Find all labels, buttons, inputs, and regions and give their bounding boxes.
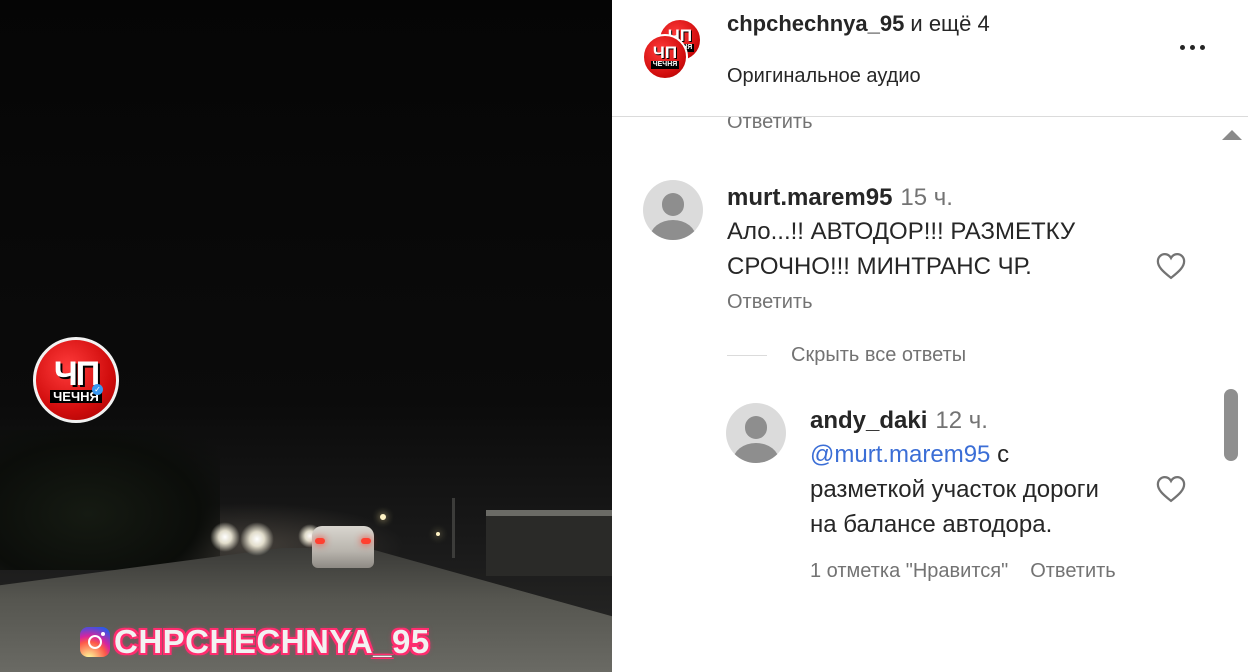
post-author-line[interactable]: chpchechnya_95 и ещё 4 bbox=[727, 11, 990, 37]
instagram-icon bbox=[80, 627, 110, 657]
verified-icon: ✓ bbox=[92, 384, 103, 395]
post-header: ЧП ЧЕЧНЯ ЧП ЧЕЧНЯ chpchechnya_95 и ещё 4… bbox=[612, 0, 1248, 117]
more-horizontal-icon bbox=[1179, 44, 1185, 50]
reply-link[interactable]: Ответить bbox=[1030, 560, 1116, 583]
scroll-up-arrow-icon[interactable] bbox=[1222, 130, 1242, 140]
street-light bbox=[436, 532, 440, 536]
reply-actions: 1 отметка "Нравится" Ответить bbox=[810, 560, 1116, 583]
hide-replies-toggle[interactable]: Скрыть все ответы bbox=[727, 344, 966, 367]
more-options-button[interactable] bbox=[1172, 32, 1212, 62]
author-username[interactable]: chpchechnya_95 bbox=[727, 11, 904, 36]
roadside-building bbox=[486, 510, 612, 576]
user-avatar[interactable] bbox=[726, 403, 786, 463]
oncoming-headlight bbox=[210, 522, 240, 552]
comments-list[interactable]: Ответить murt.marem95 15 ч. Ало...!! АВТО… bbox=[612, 117, 1248, 672]
collaborators-suffix[interactable]: и ещё 4 bbox=[904, 11, 989, 36]
heart-icon[interactable] bbox=[1156, 475, 1186, 503]
audio-label[interactable]: Оригинальное аудио bbox=[727, 65, 921, 88]
channel-logo-overlay: ЧП ЧЕЧНЯ ✓ bbox=[33, 337, 119, 423]
mention-link[interactable]: @murt.marem95 bbox=[810, 441, 990, 468]
user-avatar[interactable] bbox=[643, 180, 703, 240]
street-light bbox=[380, 514, 386, 520]
oncoming-headlight bbox=[240, 522, 274, 556]
roadside-trees bbox=[0, 430, 220, 570]
reply-header: andy_daki 12 ч. bbox=[810, 407, 988, 435]
comment-text: Ало...!! АВТОДОР!!! РАЗМЕТКУ СРОЧНО!!! М… bbox=[727, 218, 1076, 280]
divider bbox=[727, 355, 767, 356]
utility-pole bbox=[452, 498, 455, 558]
likes-count-link[interactable]: 1 отметка "Нравится" bbox=[810, 560, 1008, 583]
comments-panel: ЧП ЧЕЧНЯ ЧП ЧЕЧНЯ chpchechnya_95 и ещё 4… bbox=[612, 0, 1248, 672]
watermark-text: CHPCHECHNYA_95 bbox=[114, 623, 430, 660]
heart-icon[interactable] bbox=[1156, 252, 1186, 280]
author-avatar[interactable]: ЧП ЧЕЧНЯ bbox=[642, 34, 688, 80]
reply-text: @murt.marem95 с разметкой участок дороги… bbox=[810, 441, 1099, 538]
reply-time[interactable]: 12 ч. bbox=[935, 407, 988, 434]
scrollbar-thumb[interactable] bbox=[1224, 389, 1238, 461]
comment-time[interactable]: 15 ч. bbox=[900, 184, 953, 211]
watermark: CHPCHECHNYA_95 bbox=[80, 622, 430, 662]
video-player[interactable]: ЧП ЧЕЧНЯ ✓ CHPCHECHNYA_95 bbox=[0, 0, 612, 672]
comment-username[interactable]: murt.marem95 bbox=[727, 184, 892, 211]
hide-replies-label[interactable]: Скрыть все ответы bbox=[791, 344, 966, 367]
car-ahead bbox=[312, 526, 374, 568]
comment-header: murt.marem95 15 ч. bbox=[727, 184, 953, 212]
reply-link[interactable]: Ответить bbox=[727, 291, 813, 314]
reply-username[interactable]: andy_daki bbox=[810, 407, 927, 434]
reply-link[interactable]: Ответить bbox=[727, 117, 813, 134]
